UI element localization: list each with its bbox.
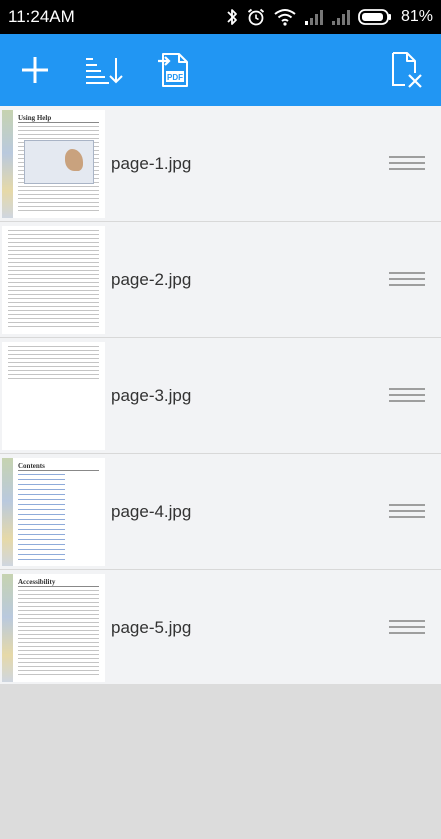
- toolbar: PDF: [0, 34, 441, 106]
- sort-button[interactable]: [77, 34, 131, 106]
- page-thumbnail: Using Help: [2, 110, 105, 218]
- file-list: Using Help page-1.jpg page-2.jpg page-3.…: [0, 106, 441, 684]
- thumbnail-heading: Contents: [18, 462, 45, 470]
- thumbnail-heading: Using Help: [18, 114, 52, 122]
- sort-icon: [86, 58, 123, 84]
- drag-handle-icon[interactable]: [389, 620, 425, 636]
- page-thumbnail: [2, 226, 105, 334]
- add-icon: [22, 57, 48, 83]
- drag-handle-icon[interactable]: [389, 272, 425, 288]
- clear-files-button[interactable]: [379, 34, 433, 106]
- file-name: page-3.jpg: [111, 386, 192, 405]
- file-name: page-5.jpg: [111, 618, 192, 637]
- thumbnail-heading: Accessibility: [18, 578, 56, 586]
- list-item[interactable]: Contents page-4.jpg: [0, 454, 441, 570]
- wifi-icon: [274, 9, 296, 26]
- battery-icon: [358, 9, 391, 25]
- file-name: page-2.jpg: [111, 270, 192, 289]
- alarm-clock-icon: [247, 8, 265, 26]
- bluetooth-icon: [227, 9, 237, 25]
- list-item[interactable]: Accessibility page-5.jpg: [0, 570, 441, 684]
- list-item[interactable]: page-2.jpg: [0, 222, 441, 338]
- list-item[interactable]: page-3.jpg: [0, 338, 441, 454]
- battery-percent: 81%: [400, 8, 433, 25]
- page-thumbnail: Accessibility: [2, 574, 105, 682]
- drag-handle-icon[interactable]: [389, 388, 425, 404]
- drag-handle-icon[interactable]: [389, 156, 425, 172]
- signal-icon: [304, 10, 323, 25]
- file-name: page-1.jpg: [111, 154, 192, 173]
- status-bar: 11:24AM 81%: [0, 0, 441, 34]
- convert-to-pdf-icon: PDF: [158, 53, 188, 87]
- drag-handle-icon[interactable]: [389, 504, 425, 520]
- pdf-badge-text: PDF: [167, 73, 183, 82]
- file-name: page-4.jpg: [111, 502, 192, 521]
- signal-icon: [331, 10, 350, 25]
- convert-to-pdf-button[interactable]: PDF: [146, 34, 200, 106]
- list-item[interactable]: Using Help page-1.jpg: [0, 106, 441, 222]
- status-time: 11:24AM: [8, 7, 75, 26]
- page-thumbnail: Contents: [2, 458, 105, 566]
- clear-files-icon: [392, 52, 422, 88]
- add-button[interactable]: [8, 34, 62, 106]
- page-thumbnail: [2, 342, 105, 450]
- status-icons: 81%: [225, 5, 433, 29]
